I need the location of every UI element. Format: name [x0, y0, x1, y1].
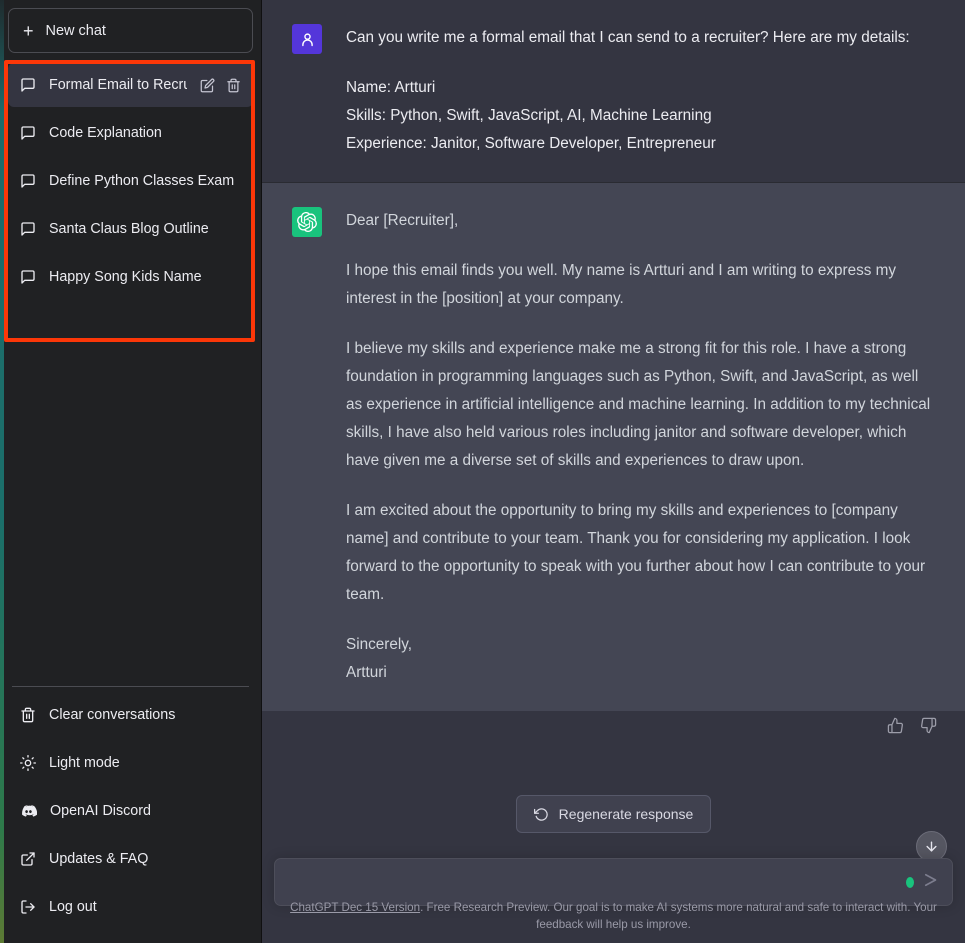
user-message-body: Can you write me a formal email that I c… — [346, 24, 935, 158]
assistant-avatar — [292, 207, 322, 237]
status-indicator-dot — [906, 876, 914, 888]
footer-disclaimer-text: . Free Research Preview. Our goal is to … — [420, 901, 937, 931]
refresh-icon — [533, 807, 549, 822]
left-accent-strip — [0, 0, 4, 943]
thumbs-up-icon[interactable] — [887, 717, 904, 739]
sidebar-divider — [12, 686, 249, 687]
message-feedback-actions — [262, 715, 965, 739]
logout-icon — [20, 899, 36, 915]
conversation-item-santa-claus-blog[interactable]: Santa Claus Blog Outline — [8, 207, 253, 251]
send-button[interactable] — [922, 871, 940, 894]
conversation-title: Code Explanation — [49, 125, 162, 141]
conversation-title: Happy Song Kids Name — [49, 269, 202, 285]
sidebar-item-updates-faq[interactable]: Updates & FAQ — [8, 835, 253, 883]
assistant-message: Dear [Recruiter], I hope this email find… — [262, 182, 965, 711]
conversation-title: Formal Email to Recrui — [49, 77, 187, 93]
sidebar-item-label: OpenAI Discord — [50, 803, 151, 819]
edit-icon[interactable] — [200, 78, 215, 93]
conversation-actions — [200, 78, 241, 93]
message-input[interactable] — [275, 873, 952, 891]
sidebar-item-label: Clear conversations — [49, 707, 176, 723]
sun-icon — [20, 755, 36, 771]
chat-bubble-icon — [20, 125, 36, 141]
assistant-signoff: Sincerely, Artturi — [346, 636, 413, 681]
delete-icon[interactable] — [226, 78, 241, 93]
conversation-title: Santa Claus Blog Outline — [49, 221, 209, 237]
conversation-list: Formal Email to Recrui Code Explanation — [8, 63, 253, 299]
sidebar-item-clear-conversations[interactable]: Clear conversations — [8, 691, 253, 739]
assistant-paragraph-3: I am excited about the opportunity to br… — [346, 502, 926, 603]
conversation-item-formal-email[interactable]: Formal Email to Recrui — [8, 63, 253, 107]
conversation-item-code-explanation[interactable]: Code Explanation — [8, 111, 253, 155]
footer-disclaimer: ChatGPT Dec 15 Version. Free Research Pr… — [262, 899, 965, 933]
sidebar-item-label: Light mode — [49, 755, 120, 771]
thumbs-down-icon[interactable] — [920, 717, 937, 739]
sidebar-item-log-out[interactable]: Log out — [8, 883, 253, 931]
conversation-item-happy-song-kids[interactable]: Happy Song Kids Name — [8, 255, 253, 299]
chat-bubble-icon — [20, 269, 36, 285]
conversation-title: Define Python Classes Exam — [49, 173, 235, 189]
main-chat-area: Can you write me a formal email that I c… — [262, 0, 965, 943]
external-link-icon — [20, 851, 36, 867]
sidebar-item-label: Log out — [49, 899, 97, 915]
assistant-paragraph-2: I believe my skills and experience make … — [346, 340, 931, 469]
chat-bubble-icon — [20, 173, 36, 189]
user-message-intro: Can you write me a formal email that I c… — [346, 29, 910, 46]
sidebar-item-openai-discord[interactable]: OpenAI Discord — [8, 787, 253, 835]
sidebar-item-light-mode[interactable]: Light mode — [8, 739, 253, 787]
chat-bubble-icon — [20, 77, 36, 93]
chat-bubble-icon — [20, 221, 36, 237]
conversation-item-define-python-classes[interactable]: Define Python Classes Exam — [8, 159, 253, 203]
new-chat-button[interactable]: + New chat — [8, 8, 253, 53]
discord-icon — [20, 803, 37, 820]
assistant-message-body: Dear [Recruiter], I hope this email find… — [346, 207, 935, 687]
regenerate-response-button[interactable]: Regenerate response — [515, 795, 712, 833]
user-message: Can you write me a formal email that I c… — [262, 0, 965, 182]
regenerate-response-label: Regenerate response — [558, 806, 694, 822]
version-link[interactable]: ChatGPT Dec 15 Version — [290, 901, 420, 914]
new-chat-label: New chat — [45, 22, 106, 39]
assistant-greeting: Dear [Recruiter], — [346, 212, 459, 229]
trash-icon — [20, 707, 36, 723]
assistant-paragraph-1: I hope this email finds you well. My nam… — [346, 262, 897, 307]
plus-icon: + — [23, 20, 34, 41]
regenerate-row: Regenerate response — [262, 795, 965, 833]
composer-area: Regenerate response ChatGPT Dec 15 Versi… — [262, 778, 965, 943]
sidebar-menu: Clear conversations Light mode OpenAI Di… — [8, 691, 253, 935]
user-message-details: Name: Artturi Skills: Python, Swift, Jav… — [346, 79, 716, 152]
chatgpt-app: + New chat Formal Email to Recrui Code E… — [0, 0, 965, 943]
user-avatar — [292, 24, 322, 54]
sidebar-item-label: Updates & FAQ — [49, 851, 149, 867]
sidebar: + New chat Formal Email to Recrui Code E… — [0, 0, 262, 943]
